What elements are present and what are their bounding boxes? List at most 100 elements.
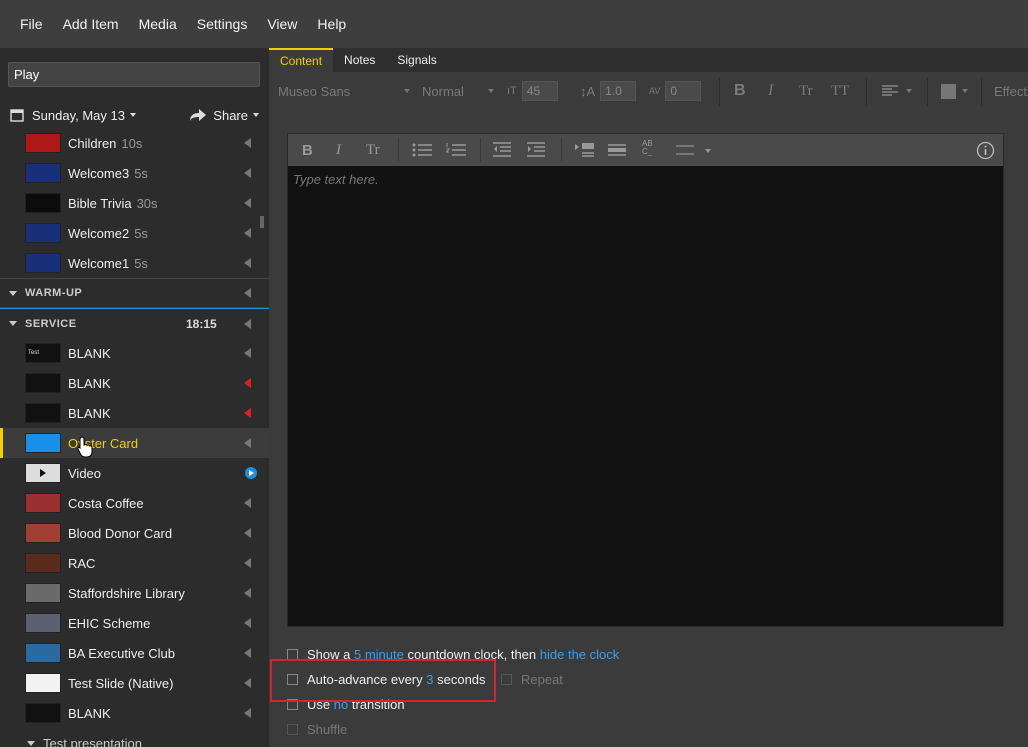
shuffle-option: Shuffle — [287, 719, 347, 739]
menu-settings[interactable]: Settings — [187, 0, 258, 48]
shuffle-checkbox[interactable] — [287, 723, 298, 735]
list-item[interactable]: Test BLANK — [0, 338, 269, 368]
list-item-selected[interactable]: Oyster Card — [0, 428, 269, 458]
font-family-select[interactable]: Museo Sans — [278, 84, 410, 99]
align-select[interactable] — [882, 85, 912, 97]
insert-block-icon[interactable] — [574, 142, 594, 158]
list-item[interactable]: Welcome3 5s — [0, 158, 269, 188]
scrollbar-thumb[interactable] — [260, 216, 264, 228]
speaker-icon[interactable] — [244, 258, 251, 268]
menu-add-item[interactable]: Add Item — [53, 0, 129, 48]
item-label: BLANK — [68, 375, 111, 391]
speaker-icon[interactable] — [244, 588, 251, 598]
more-options-icon[interactable] — [676, 145, 694, 155]
item-label: Children — [68, 135, 117, 151]
list-item[interactable]: RAC — [0, 548, 269, 578]
speaker-icon[interactable] — [244, 408, 251, 418]
list-item[interactable]: BLANK — [0, 368, 269, 398]
speaker-icon[interactable] — [244, 498, 251, 508]
speaker-icon[interactable] — [244, 228, 251, 238]
horizontal-rule-icon[interactable] — [608, 142, 626, 158]
italic-icon[interactable]: I — [336, 142, 341, 159]
list-item[interactable]: Blood Donor Card — [0, 518, 269, 548]
list-item[interactable]: Video — [0, 458, 269, 488]
speaker-icon[interactable] — [244, 618, 251, 628]
menu-view[interactable]: View — [257, 0, 307, 48]
editor-toolbar: B I Tr AB C_ — [288, 134, 1003, 166]
text-case-icon[interactable]: Tr — [366, 142, 380, 159]
letter-spacing-stepper[interactable]: 0 — [665, 81, 702, 101]
italic-icon[interactable]: I — [768, 82, 773, 100]
line-height-stepper[interactable]: 1.0 — [600, 81, 637, 101]
spellcheck-icon[interactable]: AB C_ — [642, 140, 653, 156]
slide-thumbnail — [25, 613, 61, 633]
speaker-icon[interactable] — [244, 348, 251, 358]
list-item[interactable]: Children 10s — [0, 130, 269, 158]
play-icon[interactable] — [245, 467, 257, 479]
list-item[interactable]: Welcome2 5s — [0, 218, 269, 248]
info-icon[interactable] — [976, 141, 995, 160]
section-service[interactable]: SERVICE 18:15 — [0, 308, 269, 338]
speaker-icon[interactable] — [244, 648, 251, 658]
divider — [398, 138, 399, 162]
bullet-list-icon[interactable] — [412, 142, 432, 158]
tab-notes[interactable]: Notes — [333, 48, 386, 72]
list-item[interactable]: Staffordshire Library — [0, 578, 269, 608]
list-item[interactable]: BLANK — [0, 398, 269, 428]
section-test-presentation[interactable]: Test presentation — [0, 728, 269, 747]
menubar: File Add Item Media Settings View Help — [0, 0, 1028, 48]
list-item[interactable]: Bible Trivia 30s — [0, 188, 269, 218]
speaker-icon[interactable] — [244, 528, 251, 538]
speaker-icon[interactable] — [244, 168, 251, 178]
bold-icon[interactable]: B — [302, 142, 313, 159]
slide-thumbnail — [25, 523, 61, 543]
section-warmup[interactable]: WARM-UP — [0, 278, 269, 308]
speaker-icon[interactable] — [244, 138, 251, 148]
hide-clock-link[interactable]: hide the clock — [540, 647, 620, 662]
speaker-icon[interactable] — [244, 438, 251, 448]
font-weight-select[interactable]: Normal — [422, 84, 494, 99]
playlist: Children 10s Welcome3 5s Bible Trivia 30s W… — [0, 130, 269, 747]
menu-help[interactable]: Help — [307, 0, 356, 48]
speaker-icon[interactable] — [244, 678, 251, 688]
numbered-list-icon[interactable] — [446, 142, 466, 158]
search-input[interactable]: Play — [8, 62, 260, 87]
date-selector[interactable]: Sunday, May 13 — [0, 108, 136, 123]
list-item[interactable]: Welcome1 5s — [0, 248, 269, 278]
outdent-icon[interactable] — [493, 142, 511, 158]
share-button[interactable]: Share — [189, 108, 259, 123]
item-label: Test Slide (Native) — [68, 675, 174, 691]
list-item[interactable]: EHIC Scheme — [0, 608, 269, 638]
item-label: EHIC Scheme — [68, 615, 151, 631]
item-label: Video — [68, 465, 102, 481]
item-label: Staffordshire Library — [68, 585, 185, 601]
color-select[interactable] — [941, 83, 968, 99]
countdown-checkbox[interactable] — [287, 648, 298, 660]
tab-content[interactable]: Content — [269, 48, 334, 72]
menu-media[interactable]: Media — [129, 0, 187, 48]
speaker-icon[interactable] — [244, 708, 251, 718]
speaker-icon[interactable] — [244, 378, 251, 388]
chevron-down-icon[interactable] — [705, 149, 711, 153]
tab-signals[interactable]: Signals — [386, 48, 447, 72]
repeat-checkbox[interactable] — [501, 673, 512, 685]
speaker-icon[interactable] — [244, 318, 251, 329]
speaker-icon[interactable] — [244, 558, 251, 568]
slide-thumbnail — [25, 403, 61, 423]
bold-icon[interactable]: B — [734, 82, 746, 100]
list-item[interactable]: Costa Coffee — [0, 488, 269, 518]
speaker-icon[interactable] — [244, 288, 251, 298]
effects-button[interactable]: Effects — [994, 84, 1028, 99]
speaker-icon[interactable] — [244, 198, 251, 208]
menu-file[interactable]: File — [10, 0, 53, 48]
font-size-stepper[interactable]: 45 — [521, 81, 558, 101]
uppercase-icon[interactable]: TT — [831, 83, 849, 100]
list-item[interactable]: BA Executive Club — [0, 638, 269, 668]
list-item[interactable]: Test Slide (Native) — [0, 668, 269, 698]
item-label: Welcome2 — [68, 225, 130, 241]
text-editor[interactable]: B I Tr AB C_ Type text here. — [287, 133, 1004, 627]
indent-icon[interactable] — [527, 142, 545, 158]
list-item[interactable]: BLANK — [0, 698, 269, 728]
divider — [981, 78, 982, 106]
text-case-icon[interactable]: Tr — [799, 83, 813, 100]
